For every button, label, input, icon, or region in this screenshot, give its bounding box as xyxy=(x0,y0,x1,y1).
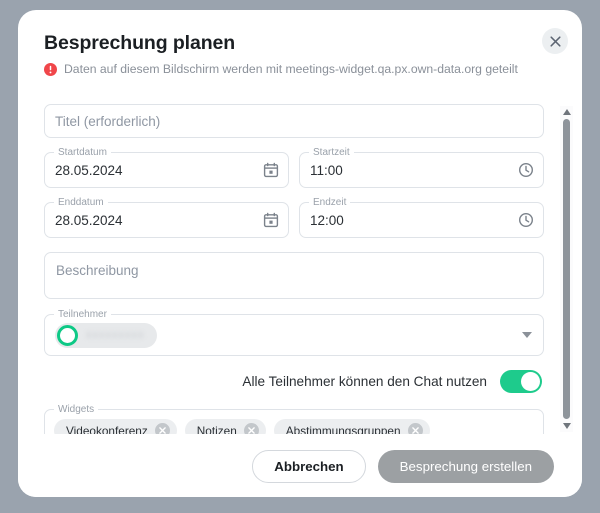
end-time-label: Endzeit xyxy=(309,197,351,208)
page-title: Besprechung planen xyxy=(44,32,236,54)
participants-label: Teilnehmer xyxy=(54,309,111,320)
chevron-down-icon[interactable] xyxy=(522,332,532,338)
error-circle-icon xyxy=(44,62,57,76)
widget-chip-label: Abstimmungsgruppen xyxy=(285,423,401,435)
chat-toggle-row: Alle Teilnehmer können den Chat nutzen xyxy=(44,370,544,393)
widget-chip[interactable]: Videokonferenz xyxy=(54,419,177,434)
share-notice-text: Daten auf diesem Bildschirm werden mit m… xyxy=(64,62,518,76)
toggle-knob xyxy=(521,372,540,391)
clock-icon[interactable] xyxy=(518,212,534,228)
form-scroll-area: Titel (erforderlich) Startdatum 28.05.20… xyxy=(44,104,568,434)
start-time-value: 11:00 xyxy=(310,162,343,178)
remove-chip-icon[interactable] xyxy=(243,423,259,434)
close-icon xyxy=(549,35,561,47)
scroll-down-arrow-icon[interactable] xyxy=(562,423,571,429)
end-date-value: 28.05.2024 xyxy=(55,212,123,228)
end-time-field[interactable]: Endzeit 12:00 xyxy=(299,197,544,238)
participant-chip[interactable]: xxxxxxxxx xyxy=(55,322,157,348)
start-date-value: 28.05.2024 xyxy=(55,162,123,178)
participants-field[interactable]: Teilnehmer xxxxxxxxx xyxy=(44,309,544,356)
create-meeting-button[interactable]: Besprechung erstellen xyxy=(377,449,554,483)
widget-chip-label: Notizen xyxy=(196,423,237,435)
schedule-meeting-dialog: Besprechung planen Daten auf diesem Bild… xyxy=(18,10,582,497)
avatar xyxy=(57,324,78,346)
scroll-up-arrow-icon[interactable] xyxy=(562,109,571,115)
start-date-label: Startdatum xyxy=(54,147,111,158)
end-date-field[interactable]: Enddatum 28.05.2024 xyxy=(44,197,289,238)
widget-chip-list: VideokonferenzNotizenAbstimmungsgruppenA… xyxy=(54,419,515,434)
start-row: Startdatum 28.05.2024 Startzeit 11:00 xyxy=(44,147,544,188)
dialog-header: Besprechung planen Daten auf diesem Bild… xyxy=(18,10,582,76)
participant-name: xxxxxxxxx xyxy=(86,329,145,341)
clock-icon[interactable] xyxy=(518,162,534,178)
start-date-field[interactable]: Startdatum 28.05.2024 xyxy=(44,147,289,188)
widgets-label: Widgets xyxy=(54,404,99,415)
widget-chip[interactable]: Abstimmungsgruppen xyxy=(273,419,430,435)
remove-chip-icon[interactable] xyxy=(154,423,170,434)
description-input[interactable]: Beschreibung xyxy=(44,252,544,299)
share-notice: Daten auf diesem Bildschirm werden mit m… xyxy=(44,62,552,76)
chat-toggle-switch[interactable] xyxy=(500,370,542,393)
start-time-label: Startzeit xyxy=(309,147,354,158)
cancel-button[interactable]: Abbrechen xyxy=(252,449,366,483)
dialog-footer: Abbrechen Besprechung erstellen xyxy=(18,435,582,497)
title-input[interactable]: Titel (erforderlich) xyxy=(44,104,544,138)
calendar-icon[interactable] xyxy=(263,212,279,228)
widgets-field[interactable]: Widgets Videokonferenz Notizen Abstimmungs… xyxy=(44,404,544,434)
remove-chip-icon[interactable] xyxy=(407,423,423,434)
calendar-icon[interactable] xyxy=(263,162,279,178)
widget-chip-label: Videokonferenz xyxy=(66,423,148,435)
end-time-value: 12:00 xyxy=(310,212,344,228)
scrollbar-thumb[interactable] xyxy=(563,119,570,419)
start-time-field[interactable]: Startzeit 11:00 xyxy=(299,147,544,188)
close-button[interactable] xyxy=(542,28,568,54)
widget-chip[interactable]: Notizen xyxy=(184,419,266,435)
chat-toggle-label: Alle Teilnehmer können den Chat nutzen xyxy=(242,374,487,389)
end-date-label: Enddatum xyxy=(54,197,108,208)
end-row: Enddatum 28.05.2024 Endzeit 12:00 xyxy=(44,197,544,238)
description-placeholder: Beschreibung xyxy=(56,263,139,278)
scrollbar[interactable] xyxy=(560,106,573,432)
title-placeholder: Titel (erforderlich) xyxy=(55,113,161,129)
